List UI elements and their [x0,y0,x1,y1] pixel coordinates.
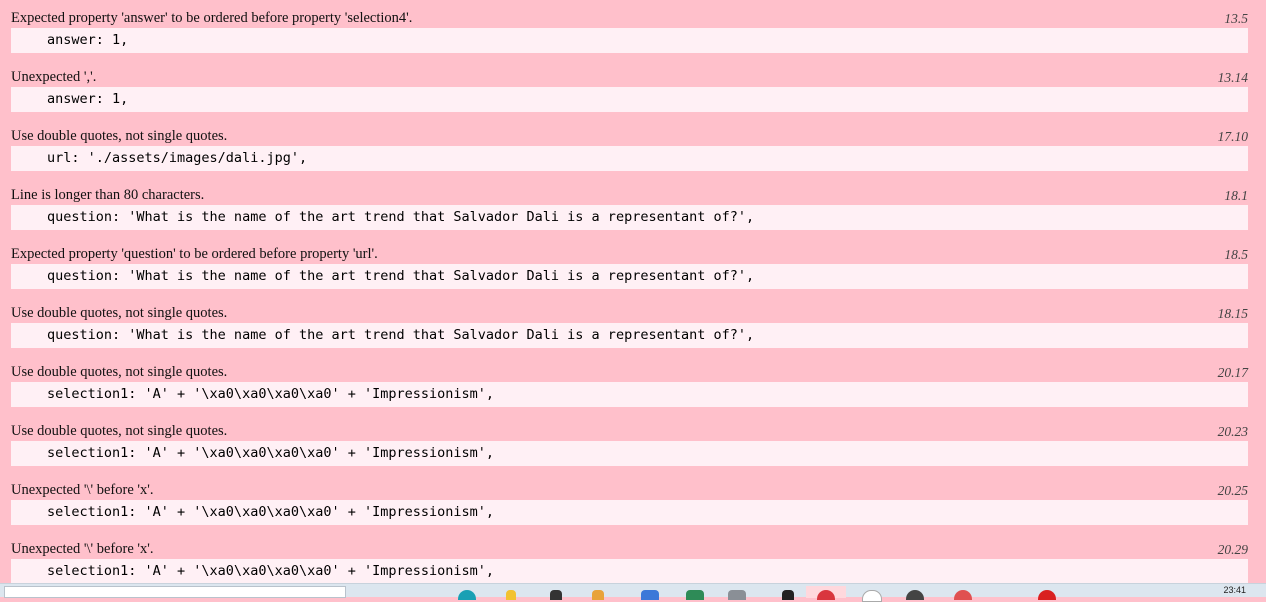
taskbar-app-icon-black[interactable] [782,590,794,600]
lint-result-item: Expected property 'answer' to be ordered… [0,0,1266,59]
lint-code-line: selection1: 'A' + '\xa0\xa0\xa0\xa0' + '… [11,559,1248,583]
taskbar-app-icon-blue[interactable] [641,590,659,600]
lint-position: 18.1 [1224,188,1248,203]
lint-message: Use double quotes, not single quotes. [11,423,228,439]
lint-result-item: Use double quotes, not single quotes. 20.… [0,413,1266,472]
lint-message: Line is longer than 80 characters. [11,187,205,203]
taskbar-app-icon-red3[interactable] [1038,590,1056,600]
taskbar-app-icon-teal[interactable] [458,590,476,600]
lint-message: Use double quotes, not single quotes. [11,305,228,321]
lint-results-list: Expected property 'answer' to be ordered… [0,0,1266,583]
lint-code-line: answer: 1, [11,28,1248,53]
lint-position: 17.10 [1217,129,1248,144]
taskbar: 23:41 [0,583,1266,602]
lint-message: Expected property 'question' to be order… [11,246,378,262]
lint-position: 13.14 [1217,70,1248,85]
taskbar-app-icon-white[interactable] [862,590,882,602]
lint-position: 20.17 [1217,365,1248,380]
lint-code-line: url: './assets/images/dali.jpg', [11,146,1248,171]
lint-result-item: Expected property 'question' to be order… [0,236,1266,295]
lint-code-line: selection1: 'A' + '\xa0\xa0\xa0\xa0' + '… [11,500,1248,525]
lint-message: Unexpected ','. [11,69,97,85]
lint-message: Expected property 'answer' to be ordered… [11,10,413,26]
lint-message: Unexpected '\' before 'x'. [11,541,154,557]
lint-message: Use double quotes, not single quotes. [11,364,228,380]
taskbar-app-icon-dark2[interactable] [906,590,924,600]
taskbar-app-icon-dark[interactable] [550,590,562,600]
lint-code-line: answer: 1, [11,87,1248,112]
lint-code-line: question: 'What is the name of the art t… [11,323,1248,348]
lint-position: 18.5 [1224,247,1248,262]
taskbar-clock: 23:41 [1223,585,1246,595]
lint-result-item: Unexpected ','. 13.14 answer: 1, [0,59,1266,118]
lint-position: 20.25 [1217,483,1248,498]
lint-code-line: question: 'What is the name of the art t… [11,205,1248,230]
taskbar-app-icon-gray[interactable] [728,590,746,600]
taskbar-app-icon-orange[interactable] [592,590,604,600]
lint-result-item: Unexpected '\' before 'x'. 20.25 selection… [0,472,1266,531]
lint-message: Use double quotes, not single quotes. [11,128,228,144]
taskbar-app-icon-red2[interactable] [954,590,972,600]
taskbar-search-box[interactable] [4,586,346,598]
lint-position: 13.5 [1224,11,1248,26]
lint-result-item: Unexpected '\' before 'x'. 20.29 selection… [0,531,1266,583]
lint-message: Unexpected '\' before 'x'. [11,482,154,498]
lint-result-item: Use double quotes, not single quotes. 20.… [0,354,1266,413]
lint-result-item: Line is longer than 80 characters. 18.1 qu… [0,177,1266,236]
taskbar-app-icon-yellow[interactable] [506,590,516,600]
lint-position: 20.23 [1217,424,1248,439]
lint-code-line: question: 'What is the name of the art t… [11,264,1248,289]
lint-code-line: selection1: 'A' + '\xa0\xa0\xa0\xa0' + '… [11,441,1248,466]
lint-result-item: Use double quotes, not single quotes. 18.… [0,295,1266,354]
lint-position: 20.29 [1217,542,1248,557]
lint-position: 18.15 [1217,306,1248,321]
lint-code-line: selection1: 'A' + '\xa0\xa0\xa0\xa0' + '… [11,382,1248,407]
lint-result-item: Use double quotes, not single quotes. 17.… [0,118,1266,177]
taskbar-app-icon-green[interactable] [686,590,704,600]
